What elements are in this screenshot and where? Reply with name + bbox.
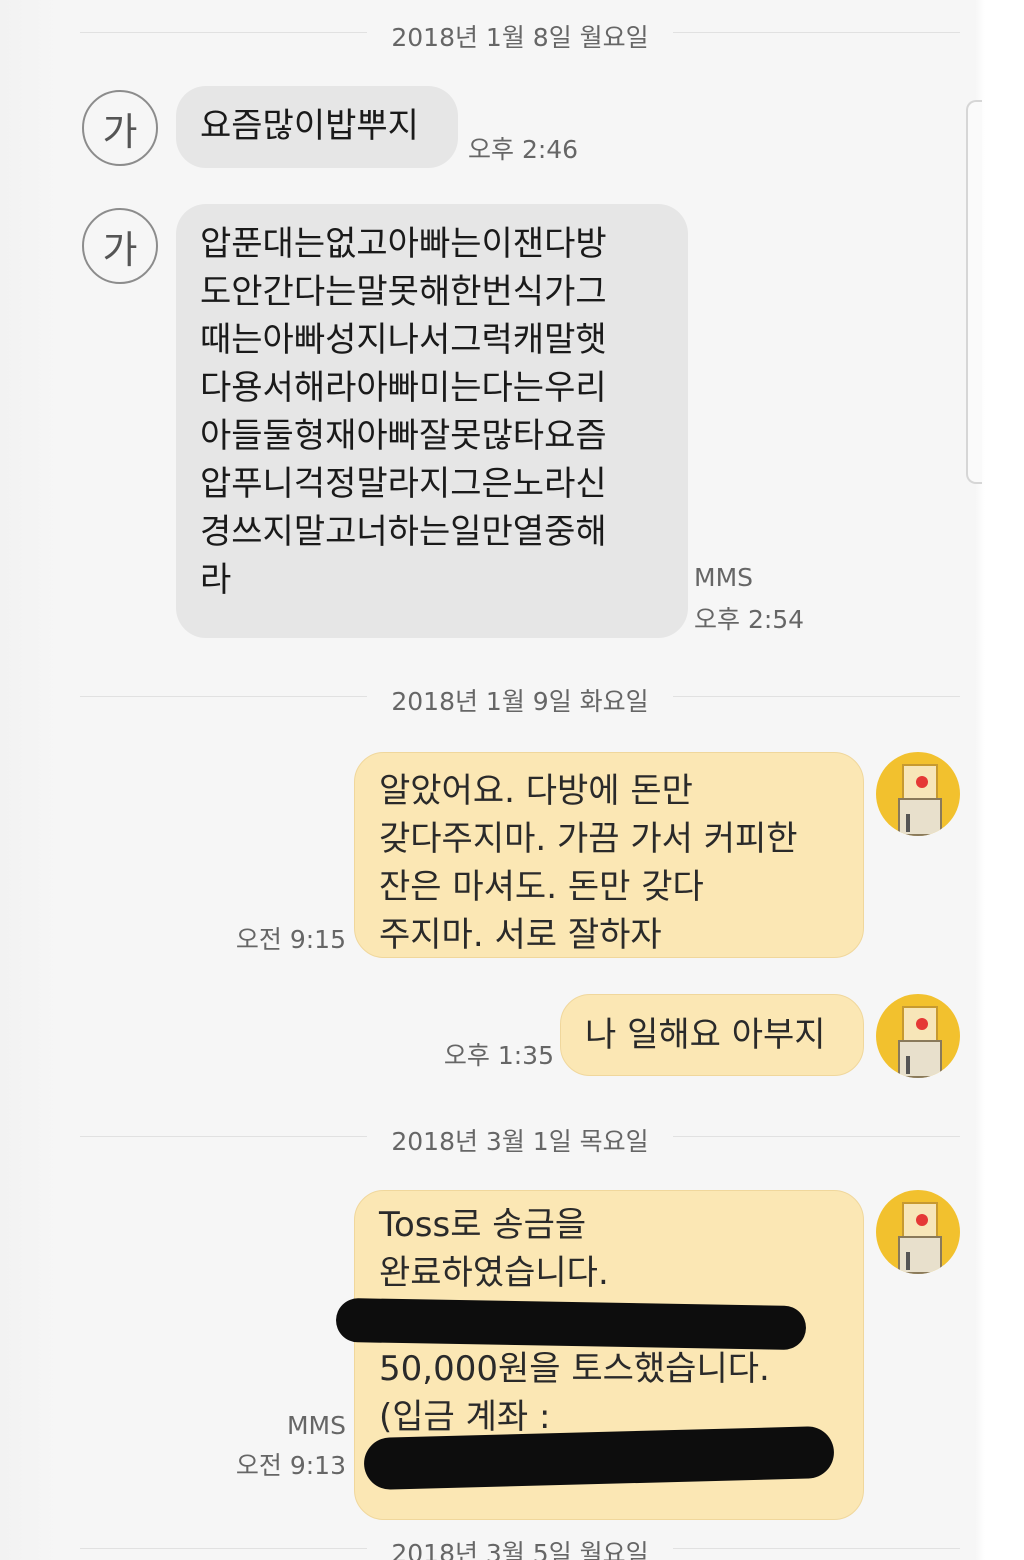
date-divider: 2018년 1월 9일 화요일 — [80, 676, 960, 716]
sender-avatar-icon[interactable]: 가 — [82, 90, 158, 166]
date-label: 2018년 1월 8일 월요일 — [367, 23, 673, 52]
date-divider: 2018년 3월 1일 목요일 — [80, 1116, 960, 1156]
message-time: 오후 2:46 — [468, 135, 579, 164]
redaction-mark — [335, 1297, 807, 1351]
my-avatar-icon[interactable] — [876, 752, 960, 836]
message-time: 오전 9:15 — [235, 925, 346, 954]
message-bubble[interactable]: 알았어요. 다방에 돈만 갖다주지마. 가끔 가서 커피한 잔은 마셔도. 돈만… — [354, 752, 864, 958]
date-label: 2018년 3월 5일 월요일 — [367, 1539, 673, 1560]
message-bubble[interactable]: 압푼대는없고아빠는이잰다방 도안간다는말못해한번식가그 때는아빠성지나서그럭캐말… — [176, 204, 688, 638]
date-label: 2018년 1월 9일 화요일 — [367, 687, 673, 716]
message-type-label: MMS — [694, 563, 754, 592]
message-time: 오후 1:35 — [443, 1041, 554, 1070]
message-time: 오전 9:13 — [235, 1451, 346, 1480]
message-bubble[interactable]: 나 일해요 아부지 — [560, 994, 864, 1076]
date-divider: 2018년 1월 8일 월요일 — [80, 12, 960, 52]
chat-screen: 2018년 1월 8일 월요일 가 요즘많이밥뿌지 오후 2:46 가 압푼대는… — [0, 0, 1024, 1560]
message-type-label: MMS — [286, 1411, 346, 1440]
my-avatar-icon[interactable] — [876, 994, 960, 1078]
my-avatar-icon[interactable] — [876, 1190, 960, 1274]
message-bubble[interactable]: 요즘많이밥뿌지 — [176, 86, 458, 168]
sender-avatar-icon[interactable]: 가 — [82, 208, 158, 284]
scrollbar-handle[interactable] — [966, 100, 982, 484]
date-label: 2018년 3월 1일 목요일 — [367, 1127, 673, 1156]
message-time: 오후 2:54 — [694, 605, 805, 634]
date-divider: 2018년 3월 5일 월요일 — [80, 1528, 960, 1560]
